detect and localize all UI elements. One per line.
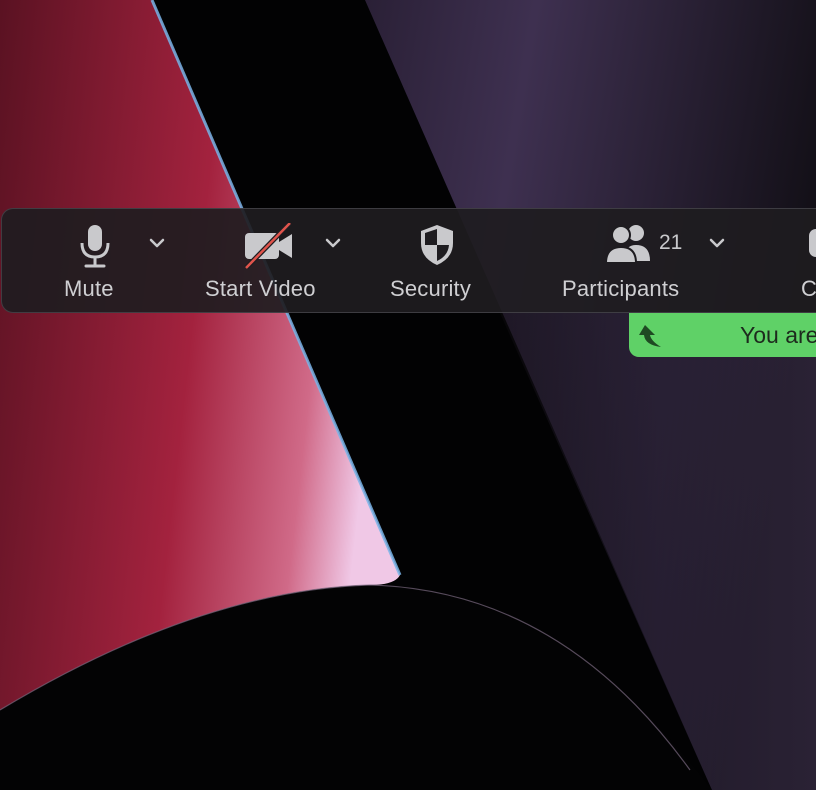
video-off-icon xyxy=(244,223,292,269)
mute-options-chevron-down-icon[interactable] xyxy=(145,231,169,255)
security-button[interactable]: Security xyxy=(387,209,487,312)
arrow-up-icon xyxy=(639,325,661,347)
participants-options-chevron-down-icon[interactable] xyxy=(705,231,729,255)
start-video-button[interactable]: Start Video xyxy=(202,209,337,312)
chat-button[interactable]: C xyxy=(797,209,816,312)
shield-icon xyxy=(421,225,453,265)
video-options-chevron-down-icon[interactable] xyxy=(321,231,345,255)
notification-text: You are xyxy=(740,322,816,348)
mute-label: Mute xyxy=(64,276,114,301)
desktop-wallpaper xyxy=(0,0,816,790)
chat-label: C xyxy=(801,276,816,301)
participants-label: Participants xyxy=(562,276,680,301)
mute-button[interactable]: Mute xyxy=(52,209,142,312)
participant-count: 21 xyxy=(659,231,683,254)
notification-banner[interactable]: You are xyxy=(629,313,816,357)
security-label: Security xyxy=(390,276,472,301)
start-video-label: Start Video xyxy=(205,276,316,301)
meeting-toolbar: Mute Start Video Security 21 Participant… xyxy=(1,208,816,313)
participants-button[interactable]: 21 Participants xyxy=(557,209,702,312)
chat-icon xyxy=(809,229,816,257)
microphone-icon xyxy=(80,225,110,268)
participants-icon xyxy=(604,225,650,264)
